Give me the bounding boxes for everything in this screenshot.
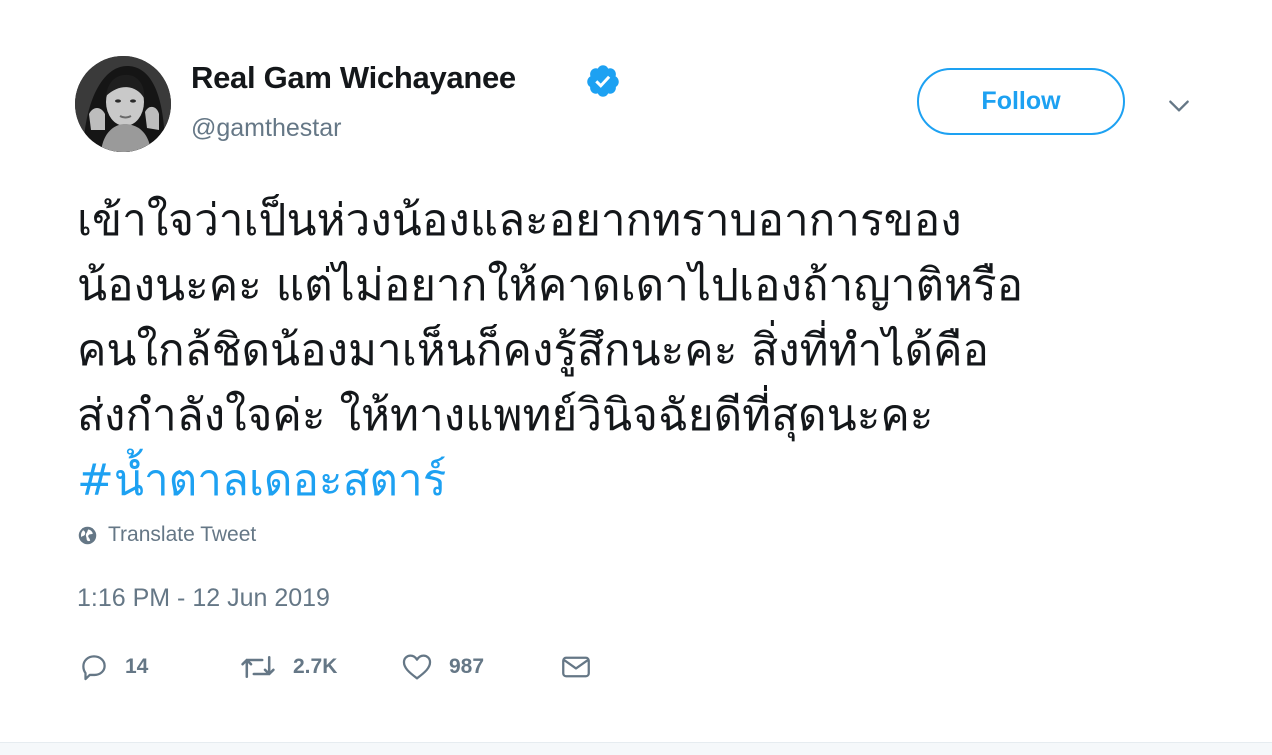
like-count: 987	[449, 655, 485, 678]
globe-icon	[78, 526, 97, 544]
reply-count: 14	[125, 655, 149, 678]
hashtag-link[interactable]: #น้ำตาลเดอะสตาร์	[77, 448, 1227, 513]
tweet-text-line: น้องนะคะ แต่ไม่อยากให้คาดเดาไปเองถ้าญาติ…	[77, 260, 1024, 311]
tweet-text-line: คนใกล้ชิดน้องมาเห็นก็คงรู้สึกนะคะ สิ่งที…	[77, 325, 989, 376]
reply-icon	[82, 655, 106, 681]
retweet-count: 2.7K	[293, 655, 338, 678]
reply-button[interactable]: 14	[77, 647, 148, 687]
tweet-text-line: ส่งกำลังใจค่ะ ให้ทางแพทย์วินิจฉัยดีที่สุ…	[77, 390, 934, 441]
user-handle[interactable]: @gamthestar	[191, 114, 341, 143]
tweet-timestamp[interactable]: 1:16 PM - 12 Jun 2019	[77, 584, 330, 613]
retweet-button[interactable]: 2.7K	[237, 647, 337, 687]
tweet-card: Real Gam Wichayanee @gamthestar Follow เ…	[0, 0, 1272, 742]
tweet-actions: 14 2.7K 987	[77, 647, 637, 687]
retweet-icon	[241, 655, 275, 679]
bottom-divider	[0, 742, 1272, 755]
like-button[interactable]: 987	[399, 647, 484, 687]
chevron-down-icon[interactable]	[1166, 93, 1192, 119]
heart-icon	[402, 654, 432, 680]
avatar-image	[75, 56, 171, 152]
tweet-text-line: เข้าใจว่าเป็นห่วงน้องและอยากทราบอาการของ	[77, 195, 962, 246]
avatar[interactable]	[75, 56, 171, 152]
follow-button[interactable]: Follow	[917, 68, 1125, 135]
display-name[interactable]: Real Gam Wichayanee	[191, 60, 516, 96]
verified-badge-icon	[587, 65, 619, 97]
tweet-text: เข้าใจว่าเป็นห่วงน้องและอยากทราบอาการของ…	[77, 188, 1227, 513]
translate-tweet-label: Translate Tweet	[108, 523, 257, 546]
envelope-icon	[562, 656, 590, 678]
direct-message-button[interactable]	[559, 647, 593, 687]
translate-tweet-link[interactable]: Translate Tweet	[77, 523, 256, 547]
